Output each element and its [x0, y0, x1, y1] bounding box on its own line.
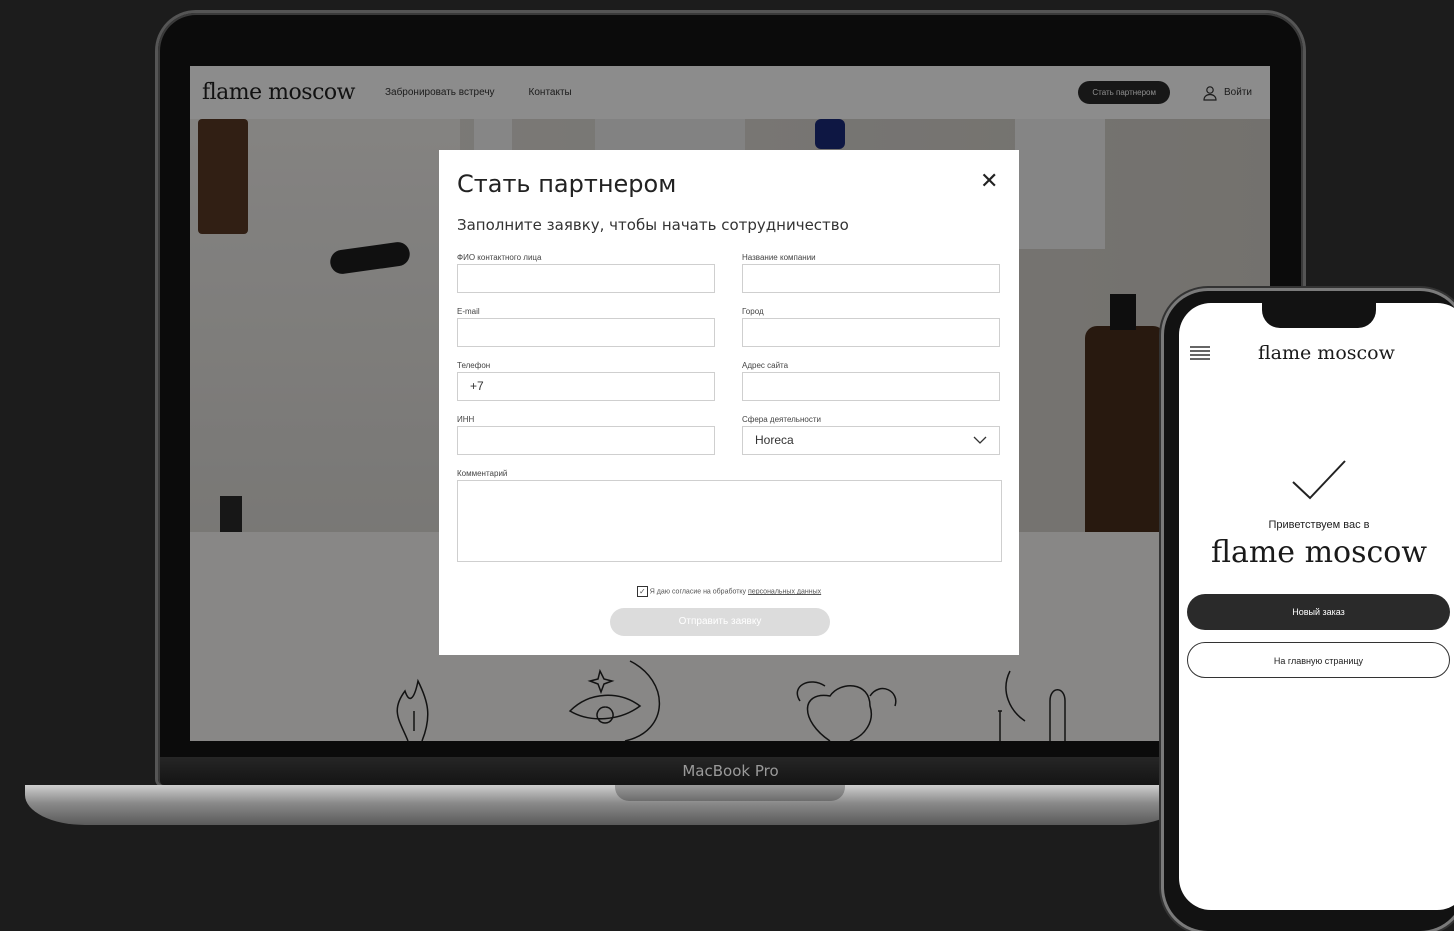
sphere-select[interactable]: Horeca	[742, 426, 1000, 455]
comment-label: Комментарий	[457, 469, 508, 478]
sphere-select-value: Horeca	[755, 433, 794, 447]
phone-label: Телефон	[457, 361, 491, 370]
fio-input[interactable]	[457, 264, 715, 293]
chevron-down-icon	[973, 434, 987, 448]
email-input[interactable]	[457, 318, 715, 347]
comment-textarea[interactable]	[457, 480, 1002, 562]
greeting-text: Приветствуем вас в	[1268, 519, 1370, 531]
company-label: Название компании	[742, 253, 816, 262]
city-input[interactable]	[742, 318, 1000, 347]
fio-label: ФИО контактного лица	[457, 253, 542, 262]
checkmark-icon	[1290, 458, 1348, 507]
inn-input[interactable]	[457, 426, 715, 455]
new-order-button[interactable]: Новый заказ	[1187, 594, 1450, 630]
site-input[interactable]	[742, 372, 1000, 401]
modal-subtitle: Заполните заявку, чтобы начать сотруднич…	[457, 216, 849, 234]
menu-icon[interactable]	[1189, 345, 1211, 366]
home-page-button[interactable]: На главную страницу	[1187, 642, 1450, 678]
sphere-label: Сфера деятельности	[742, 415, 821, 424]
laptop-hinge-notch	[615, 785, 845, 801]
close-icon[interactable]: ✕	[980, 168, 998, 194]
city-label: Город	[742, 307, 764, 316]
inn-label: ИНН	[457, 415, 475, 424]
partner-modal: Стать партнером ✕ Заполните заявку, чтоб…	[439, 150, 1019, 655]
phone-brand: flame moscow	[1210, 535, 1428, 570]
consent-link[interactable]: персональных данных	[748, 588, 821, 595]
laptop-screen: flame moscow Забронировать встречу Конта…	[190, 66, 1270, 741]
laptop-base	[25, 785, 1185, 825]
company-input[interactable]	[742, 264, 1000, 293]
email-label: E-mail	[457, 307, 480, 316]
consent-text: Я даю согласие на обработку	[649, 588, 747, 596]
modal-title: Стать партнером	[457, 170, 677, 198]
consent-checkbox[interactable]: ✓	[636, 586, 648, 597]
consent-row: ✓ Я даю согласие на обработку персональн…	[439, 586, 1019, 597]
submit-button[interactable]: Отправить заявку	[610, 608, 830, 636]
site-label: Адрес сайта	[742, 361, 789, 370]
phone-logo[interactable]: flame moscow	[1258, 342, 1395, 364]
phone-notch	[1262, 298, 1376, 328]
phone-input[interactable]: +7	[457, 372, 715, 401]
laptop-label: MacBook Pro	[682, 762, 779, 780]
